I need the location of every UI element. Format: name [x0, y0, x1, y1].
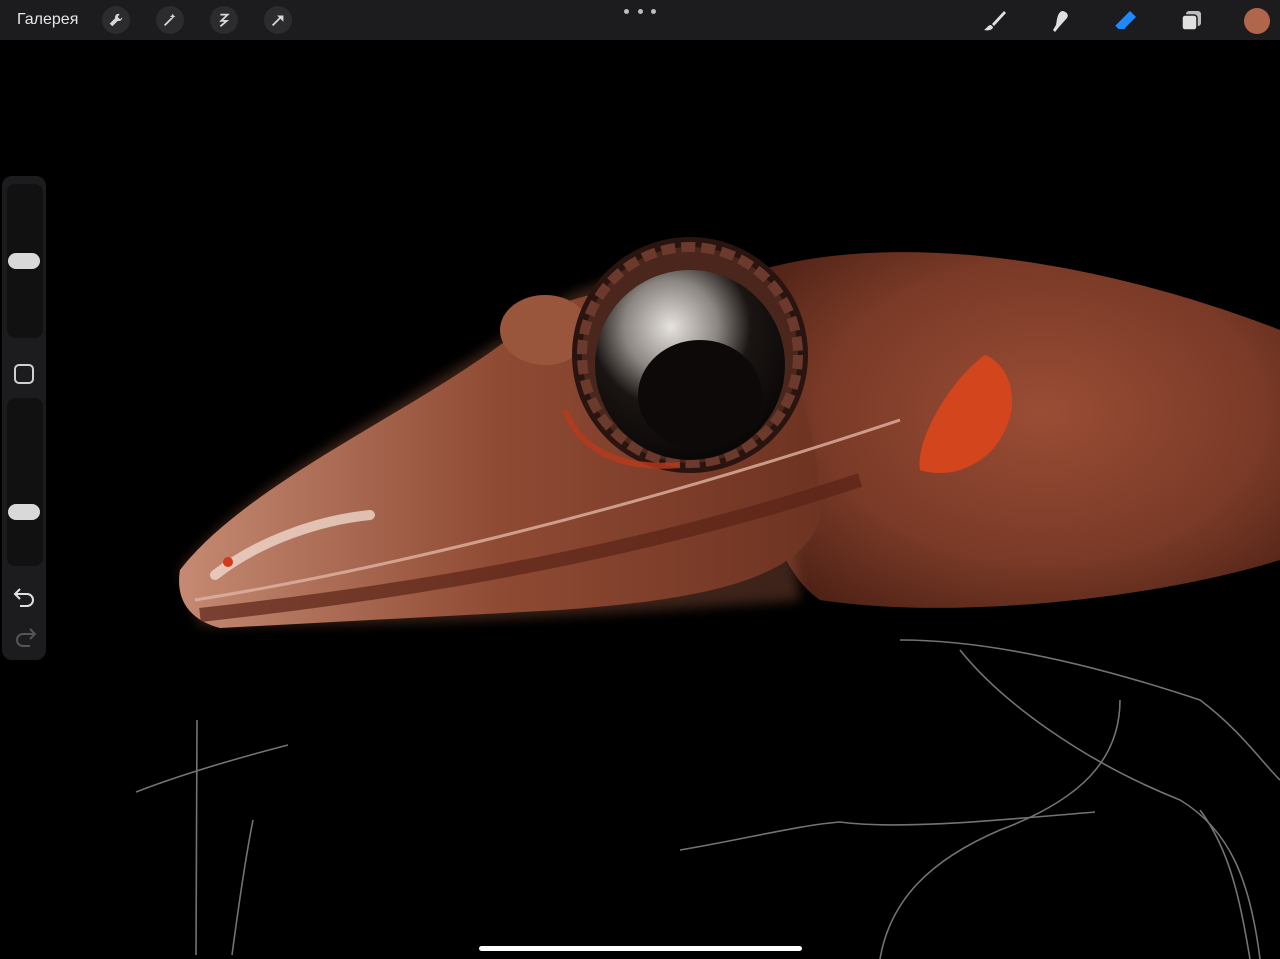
redo-icon[interactable] [12, 624, 38, 648]
lizard-head-artwork [135, 237, 1280, 959]
square-icon[interactable] [14, 364, 34, 384]
magic-wand-icon[interactable] [156, 6, 184, 34]
smudge-icon[interactable] [1045, 6, 1075, 36]
brush-icon[interactable] [980, 6, 1010, 36]
brush-size-slider-thumb[interactable] [8, 253, 40, 269]
transform-arrow-icon[interactable] [264, 6, 292, 34]
undo-icon[interactable] [12, 584, 38, 608]
selection-icon[interactable] [210, 6, 238, 34]
color-picker-swatch[interactable] [1244, 8, 1270, 34]
gallery-button[interactable]: Галерея [17, 10, 78, 30]
wrench-icon[interactable] [102, 6, 130, 34]
ellipsis-icon[interactable] [624, 4, 656, 18]
opacity-slider[interactable] [7, 398, 43, 566]
opacity-slider-thumb[interactable] [8, 504, 40, 521]
home-indicator[interactable] [479, 946, 802, 951]
top-toolbar: Галерея [0, 0, 1280, 40]
drawing-canvas[interactable] [0, 40, 1280, 959]
layers-icon[interactable] [1177, 6, 1207, 36]
side-toolbar [2, 176, 46, 660]
eraser-icon[interactable] [1111, 6, 1141, 36]
